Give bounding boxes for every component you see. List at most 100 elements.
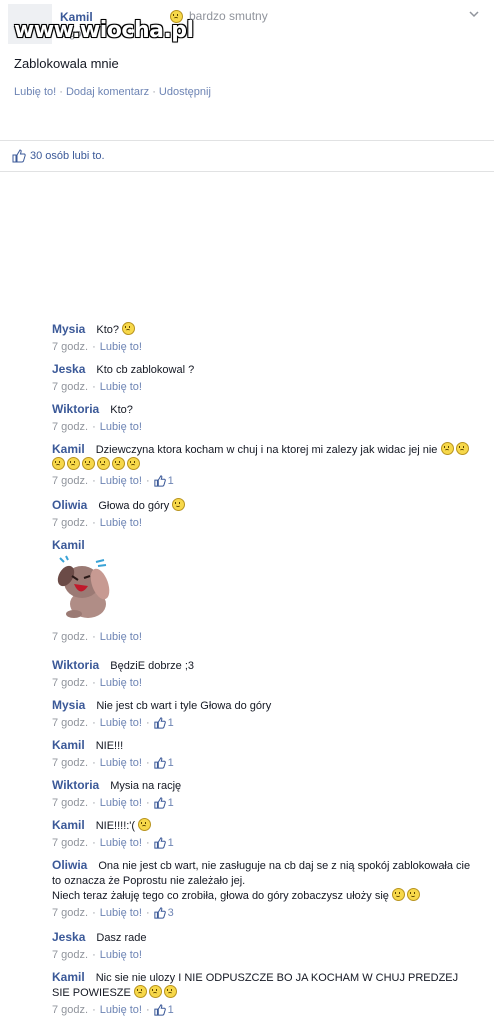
- like-number[interactable]: 3: [168, 906, 174, 920]
- comment-like-link[interactable]: Lubię to!: [100, 474, 142, 488]
- comment-like-link[interactable]: Lubię to!: [100, 836, 142, 850]
- share-link[interactable]: Udostępnij: [159, 86, 211, 98]
- comment-author[interactable]: Kamil: [52, 738, 85, 752]
- comment-time[interactable]: 7 godz.: [52, 474, 88, 488]
- comment-body: Mysia Nie jest cb wart i tyle Głowa do g…: [52, 698, 474, 713]
- like-number[interactable]: 1: [168, 474, 174, 488]
- sad-face-icon: [127, 457, 140, 470]
- comment-like-count[interactable]: 1: [153, 474, 174, 488]
- comment-time[interactable]: 7 godz.: [52, 676, 88, 690]
- comment-author[interactable]: Kamil: [52, 538, 85, 552]
- thumbs-up-icon: [153, 1004, 166, 1016]
- comment-time[interactable]: 7 godz.: [52, 948, 88, 962]
- like-number[interactable]: 1: [168, 716, 174, 730]
- comment-time[interactable]: 7 godz.: [52, 380, 88, 394]
- comment-time[interactable]: 7 godz.: [52, 836, 88, 850]
- comment-time[interactable]: 7 godz.: [52, 1003, 88, 1017]
- comment-time[interactable]: 7 godz.: [52, 906, 88, 920]
- comment-time[interactable]: 7 godz.: [52, 340, 88, 354]
- comment-author[interactable]: Jeska: [52, 362, 85, 376]
- comment-author[interactable]: Oliwia: [52, 858, 87, 872]
- comment: Mysia Kto? 7 godz. · Lubię to!: [0, 322, 494, 354]
- comment-author[interactable]: Mysia: [52, 698, 85, 712]
- comment-text: Kto?: [85, 324, 123, 336]
- comment-author[interactable]: Kamil: [52, 818, 85, 832]
- separator: ·: [92, 797, 96, 809]
- comment-like-link[interactable]: Lubię to!: [100, 630, 142, 644]
- comment-like-count[interactable]: 1: [153, 1003, 174, 1017]
- comment-body: Jeska Kto cb zablokowal ?: [52, 362, 474, 377]
- separator: ·: [145, 907, 150, 919]
- comment-body: Wiktoria Kto?: [52, 402, 474, 417]
- sad-face-icon: [97, 457, 110, 470]
- comment-like-link[interactable]: Lubię to!: [100, 340, 142, 354]
- comment-like-count[interactable]: 1: [153, 716, 174, 730]
- comment-meta: 7 godz. · Lubię to! · 1: [52, 716, 474, 730]
- comment-body: Oliwia Głowa do góry: [52, 498, 474, 513]
- comment-like-count[interactable]: 1: [153, 796, 174, 810]
- comment: Kamil Nic sie nie ulozy I NIE ODPUSZCZE …: [0, 970, 494, 1017]
- comment-time[interactable]: 7 godz.: [52, 420, 88, 434]
- likes-summary[interactable]: 30 osób lubi to.: [0, 141, 494, 172]
- comment-body: Kamil Nic sie nie ulozy I NIE ODPUSZCZE …: [52, 970, 474, 1000]
- sad-face-icon: [440, 442, 454, 455]
- chevron-down-icon[interactable]: [468, 8, 480, 20]
- comment-body: Kamil NIE!!!: [52, 738, 474, 753]
- comment-like-count[interactable]: 1: [153, 756, 174, 770]
- comment-link[interactable]: Dodaj komentarz: [66, 86, 149, 98]
- comment-meta: 7 godz. · Lubię to! · 1: [52, 796, 474, 810]
- comment-like-link[interactable]: Lubię to!: [100, 716, 142, 730]
- comment-body: Oliwia Ona nie jest cb wart, nie zasługu…: [52, 858, 474, 903]
- comment-like-count[interactable]: 1: [153, 836, 174, 850]
- comment-author[interactable]: Kamil: [52, 970, 85, 984]
- comment-author[interactable]: Wiktoria: [52, 658, 99, 672]
- like-number[interactable]: 1: [168, 836, 174, 850]
- like-number[interactable]: 1: [168, 796, 174, 810]
- separator: ·: [92, 949, 96, 961]
- comment-like-link[interactable]: Lubię to!: [100, 420, 142, 434]
- comment-author[interactable]: Jeska: [52, 930, 85, 944]
- comment-time[interactable]: 7 godz.: [52, 716, 88, 730]
- comment-like-link[interactable]: Lubię to!: [100, 676, 142, 690]
- comment-time[interactable]: 7 godz.: [52, 630, 88, 644]
- comment-meta: 7 godz. · Lubię to!: [52, 380, 474, 394]
- comment-meta: 7 godz. · Lubię to!: [52, 630, 474, 644]
- comment-like-link[interactable]: Lubię to!: [100, 516, 142, 530]
- separator: ·: [92, 1004, 96, 1016]
- comment-time[interactable]: 7 godz.: [52, 516, 88, 530]
- separator: ·: [92, 717, 96, 729]
- sad-face-icon: [133, 985, 147, 998]
- thumbs-up-icon: [153, 475, 166, 487]
- sad-face-icon: [170, 9, 183, 23]
- comment-like-link[interactable]: Lubię to!: [100, 1003, 142, 1017]
- comment-author[interactable]: Wiktoria: [52, 778, 99, 792]
- comment-text: NIE!!!: [84, 740, 124, 752]
- comment-like-link[interactable]: Lubię to!: [100, 380, 142, 394]
- like-number[interactable]: 1: [168, 756, 174, 770]
- separator: ·: [92, 907, 96, 919]
- comment-author[interactable]: Oliwia: [52, 498, 87, 512]
- comment-like-link[interactable]: Lubię to!: [100, 756, 142, 770]
- comment-like-link[interactable]: Lubię to!: [100, 796, 142, 810]
- separator: ·: [92, 677, 96, 689]
- comment-meta: 7 godz. · Lubię to! · 1: [52, 756, 474, 770]
- comment-author[interactable]: Kamil: [52, 442, 85, 456]
- comment-like-link[interactable]: Lubię to!: [100, 906, 142, 920]
- separator: ·: [92, 475, 96, 487]
- comment-text: Dasz rade: [85, 932, 147, 944]
- comment: Wiktoria BędziE dobrze ;3 7 godz. · Lubi…: [0, 658, 494, 690]
- comment-like-count[interactable]: 3: [153, 906, 174, 920]
- comment-like-link[interactable]: Lubię to!: [100, 948, 142, 962]
- comment: Jeska Kto cb zablokowal ? 7 godz. · Lubi…: [0, 362, 494, 394]
- like-link[interactable]: Lubię to!: [14, 86, 56, 98]
- comment-time[interactable]: 7 godz.: [52, 796, 88, 810]
- comment-author[interactable]: Wiktoria: [52, 402, 99, 416]
- comment: Oliwia Głowa do góry 7 godz. · Lubię to!: [0, 498, 494, 530]
- likes-count[interactable]: 30 osób lubi to.: [30, 150, 105, 162]
- sad-face-icon: [138, 818, 152, 831]
- thumbs-up-icon: [153, 907, 166, 919]
- comment-author[interactable]: Mysia: [52, 322, 85, 336]
- comment-time[interactable]: 7 godz.: [52, 756, 88, 770]
- like-number[interactable]: 1: [168, 1003, 174, 1017]
- comment-text: Głowa do góry: [87, 500, 173, 512]
